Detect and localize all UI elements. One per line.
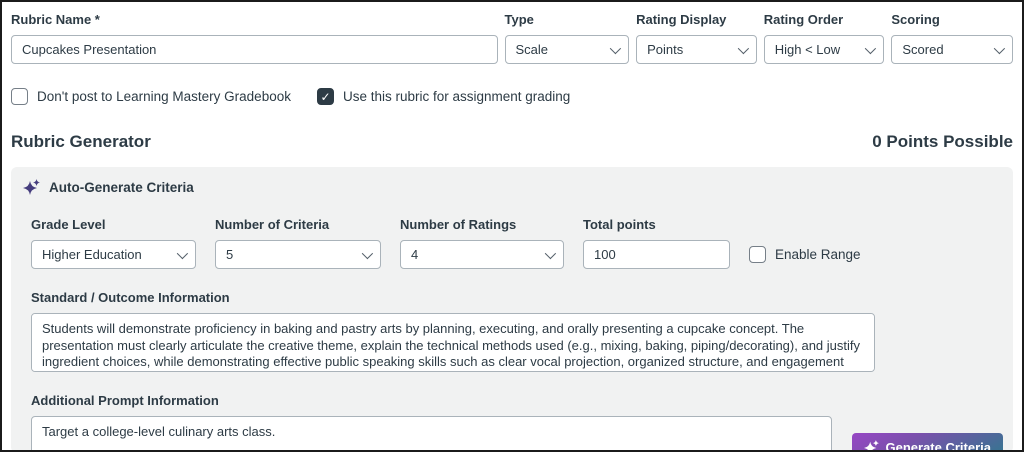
additional-prompt-textarea[interactable]: Target a college-level culinary arts cla… xyxy=(31,416,832,450)
enable-range-checkbox-item[interactable]: Enable Range xyxy=(749,246,861,263)
prompt-and-generate-row: Target a college-level culinary arts cla… xyxy=(22,416,1003,452)
sparkle-icon xyxy=(23,179,40,196)
check-icon: ✓ xyxy=(320,89,331,104)
number-of-ratings-select[interactable]: 4 xyxy=(400,240,564,269)
rubric-settings-row: Rubric Name * Type Scale Rating Display … xyxy=(11,12,1013,64)
use-for-grading-label: Use this rubric for assignment grading xyxy=(342,89,571,104)
sparkle-icon xyxy=(863,440,879,450)
number-of-criteria-select[interactable]: 5 xyxy=(215,240,381,269)
generate-criteria-button-label: Generate Criteria xyxy=(885,440,992,452)
rating-order-select[interactable]: High < Low xyxy=(763,35,885,64)
panel-title: Auto-Generate Criteria xyxy=(49,180,194,195)
use-for-grading-checkbox[interactable]: ✓ xyxy=(316,88,334,105)
number-of-ratings-label: Number of Ratings xyxy=(400,217,517,232)
generator-controls-row: Grade Level Higher Education Number of C… xyxy=(22,217,1003,269)
number-of-ratings-select-value: 4 xyxy=(411,247,419,262)
rubric-options-row: Don't post to Learning Mastery Gradebook… xyxy=(11,88,1013,105)
rubric-name-field: Rubric Name * xyxy=(11,12,498,64)
total-points-field: Total points xyxy=(583,217,730,269)
rating-display-field: Rating Display Points xyxy=(636,12,757,64)
rating-order-label: Rating Order xyxy=(763,12,844,27)
chevron-down-icon xyxy=(993,42,1006,54)
type-label: Type xyxy=(504,12,534,27)
type-select-value: Scale xyxy=(515,42,549,57)
scoring-label: Scoring xyxy=(891,12,940,27)
grade-level-select[interactable]: Higher Education xyxy=(31,240,196,269)
points-possible: 0 Points Possible xyxy=(872,132,1013,151)
standard-outcome-textarea[interactable]: Students will demonstrate proficiency in… xyxy=(31,313,875,372)
rating-order-select-value: High < Low xyxy=(774,42,841,57)
standard-outcome-label: Standard / Outcome Information xyxy=(31,290,230,305)
dont-post-checkbox-item[interactable]: Don't post to Learning Mastery Gradebook xyxy=(11,88,291,105)
total-points-label: Total points xyxy=(583,217,656,232)
rubric-name-label: Rubric Name * xyxy=(11,12,100,27)
chevron-down-icon xyxy=(865,42,877,54)
grade-level-field: Grade Level Higher Education xyxy=(31,217,196,269)
panel-header: Auto-Generate Criteria xyxy=(22,179,1003,196)
page-title: Rubric Generator xyxy=(11,132,151,151)
enable-range-label: Enable Range xyxy=(775,247,861,262)
total-points-input[interactable] xyxy=(583,240,730,269)
dont-post-checkbox[interactable] xyxy=(11,88,28,105)
additional-prompt-label: Additional Prompt Information xyxy=(31,393,219,408)
generator-heading-row: Rubric Generator 0 Points Possible xyxy=(11,132,1013,152)
chevron-down-icon xyxy=(737,42,749,54)
rubric-name-input[interactable] xyxy=(11,35,498,64)
rating-display-label: Rating Display xyxy=(636,12,727,27)
use-for-grading-checkbox-item[interactable]: ✓ Use this rubric for assignment grading xyxy=(316,88,571,105)
generate-criteria-button[interactable]: Generate Criteria xyxy=(851,433,1003,452)
type-select[interactable]: Scale xyxy=(504,35,630,64)
enable-range-checkbox[interactable] xyxy=(749,246,766,263)
chevron-down-icon xyxy=(176,247,189,259)
rating-display-select-value: Points xyxy=(647,42,684,57)
chevron-down-icon xyxy=(544,247,557,259)
number-of-ratings-field: Number of Ratings 4 xyxy=(400,217,564,269)
grade-level-label: Grade Level xyxy=(31,217,106,232)
scoring-select-value: Scored xyxy=(902,42,944,57)
rating-order-field: Rating Order High < Low xyxy=(763,12,885,64)
grade-level-select-value: Higher Education xyxy=(42,247,142,262)
scoring-field: Scoring Scored xyxy=(891,12,1013,64)
number-of-criteria-label: Number of Criteria xyxy=(215,217,330,232)
chevron-down-icon xyxy=(609,42,622,54)
scoring-select[interactable]: Scored xyxy=(891,35,1013,64)
type-field: Type Scale xyxy=(504,12,630,64)
number-of-criteria-select-value: 5 xyxy=(226,247,234,262)
number-of-criteria-field: Number of Criteria 5 xyxy=(215,217,381,269)
auto-generate-panel: Auto-Generate Criteria Grade Level Highe… xyxy=(11,167,1013,452)
chevron-down-icon xyxy=(361,247,374,259)
rubric-editor-window: Rubric Name * Type Scale Rating Display … xyxy=(0,0,1024,452)
rating-display-select[interactable]: Points xyxy=(636,35,757,64)
dont-post-label: Don't post to Learning Mastery Gradebook xyxy=(37,89,291,104)
enable-range-item: Enable Range xyxy=(749,240,861,269)
